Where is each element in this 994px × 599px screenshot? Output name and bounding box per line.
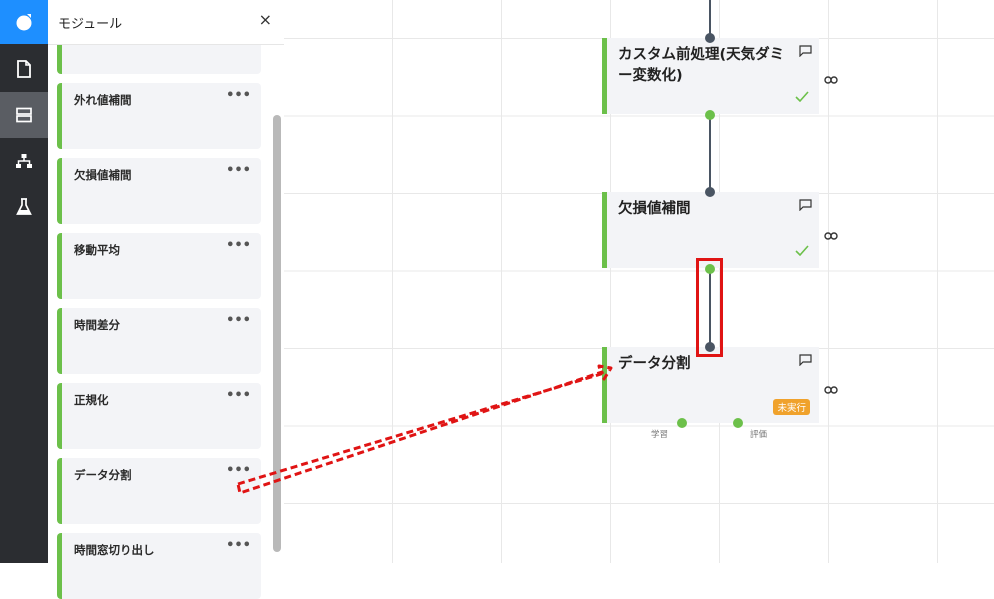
- panel-header: モジュール ×: [48, 0, 284, 45]
- close-icon[interactable]: ×: [259, 10, 272, 29]
- annotation-arrow: [236, 364, 613, 495]
- panel-title: モジュール: [58, 17, 123, 32]
